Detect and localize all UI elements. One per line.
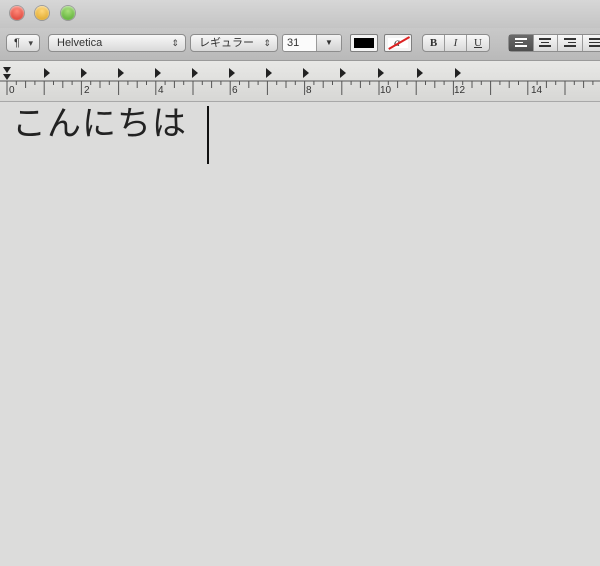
ruler-number: 0 — [9, 85, 15, 96]
tab-stop — [417, 68, 423, 78]
tab-stop — [455, 68, 461, 78]
font-family-label: Helvetica — [57, 37, 103, 49]
up-down-arrows-icon: ⇕ — [263, 38, 271, 48]
align-right-icon — [563, 38, 576, 47]
ruler-scale — [0, 67, 600, 95]
alignment-segment — [508, 34, 600, 52]
tab-stop — [266, 68, 272, 78]
format-toolbar: ¶ ▾ Helvetica ⇕ レギュラー ⇕ 31 ▼ a B I U — [0, 28, 600, 61]
text-color-well[interactable] — [350, 34, 378, 52]
align-left-button[interactable] — [509, 35, 534, 51]
tab-stop — [340, 68, 346, 78]
tab-stop — [81, 68, 87, 78]
align-right-button[interactable] — [558, 35, 583, 51]
document-area[interactable]: こんにちは — [0, 102, 600, 566]
up-down-arrows-icon: ⇕ — [171, 38, 179, 48]
italic-button[interactable]: I — [445, 35, 467, 51]
align-center-button[interactable] — [534, 35, 559, 51]
paragraph-icon: ¶ — [14, 37, 20, 49]
align-center-icon — [539, 38, 552, 47]
title-bar — [0, 0, 600, 28]
font-size-dropdown[interactable]: ▼ — [316, 35, 341, 51]
zoom-button[interactable] — [61, 6, 75, 20]
ruler-number: 10 — [380, 85, 392, 96]
text-color-swatch — [354, 38, 374, 48]
tab-stop — [229, 68, 235, 78]
ruler-number: 6 — [232, 85, 238, 96]
tab-stop — [192, 68, 198, 78]
tab-stop — [303, 68, 309, 78]
align-left-icon — [514, 38, 527, 47]
close-button[interactable] — [10, 6, 24, 20]
highlight-color-well[interactable]: a — [384, 34, 412, 52]
font-size-combo[interactable]: 31 ▼ — [282, 34, 342, 52]
ruler-number: 14 — [531, 85, 543, 96]
ruler[interactable]: 0 2 4 6 8 10 12 14 — [0, 61, 600, 102]
left-indent-marker — [3, 74, 11, 80]
ruler-number: 4 — [158, 85, 164, 96]
tab-stop — [118, 68, 124, 78]
ruler-number: 12 — [454, 85, 466, 96]
text-editor-window: ¶ ▾ Helvetica ⇕ レギュラー ⇕ 31 ▼ a B I U — [0, 0, 600, 566]
font-family-popup[interactable]: Helvetica ⇕ — [48, 34, 186, 52]
text-caret — [207, 106, 209, 164]
justify-button[interactable] — [583, 35, 600, 51]
font-size-field[interactable]: 31 — [287, 35, 299, 51]
document-text[interactable]: こんにちは — [12, 102, 187, 146]
tab-stop — [378, 68, 384, 78]
paragraph-style-popup[interactable]: ¶ ▾ — [6, 34, 40, 52]
font-style-label: レギュラー — [199, 37, 254, 49]
justify-icon — [588, 38, 600, 47]
font-style-popup[interactable]: レギュラー ⇕ — [190, 34, 278, 52]
ruler-number: 8 — [306, 85, 312, 96]
tab-stop — [44, 68, 50, 78]
chevron-down-icon: ▾ — [28, 38, 33, 48]
first-line-indent-marker — [3, 67, 11, 73]
tab-stop — [155, 68, 161, 78]
underline-button[interactable]: U — [467, 35, 489, 51]
minimize-button[interactable] — [35, 6, 49, 20]
bold-button[interactable]: B — [423, 35, 445, 51]
ruler-number: 2 — [84, 85, 90, 96]
text-format-segment: B I U — [422, 34, 490, 52]
